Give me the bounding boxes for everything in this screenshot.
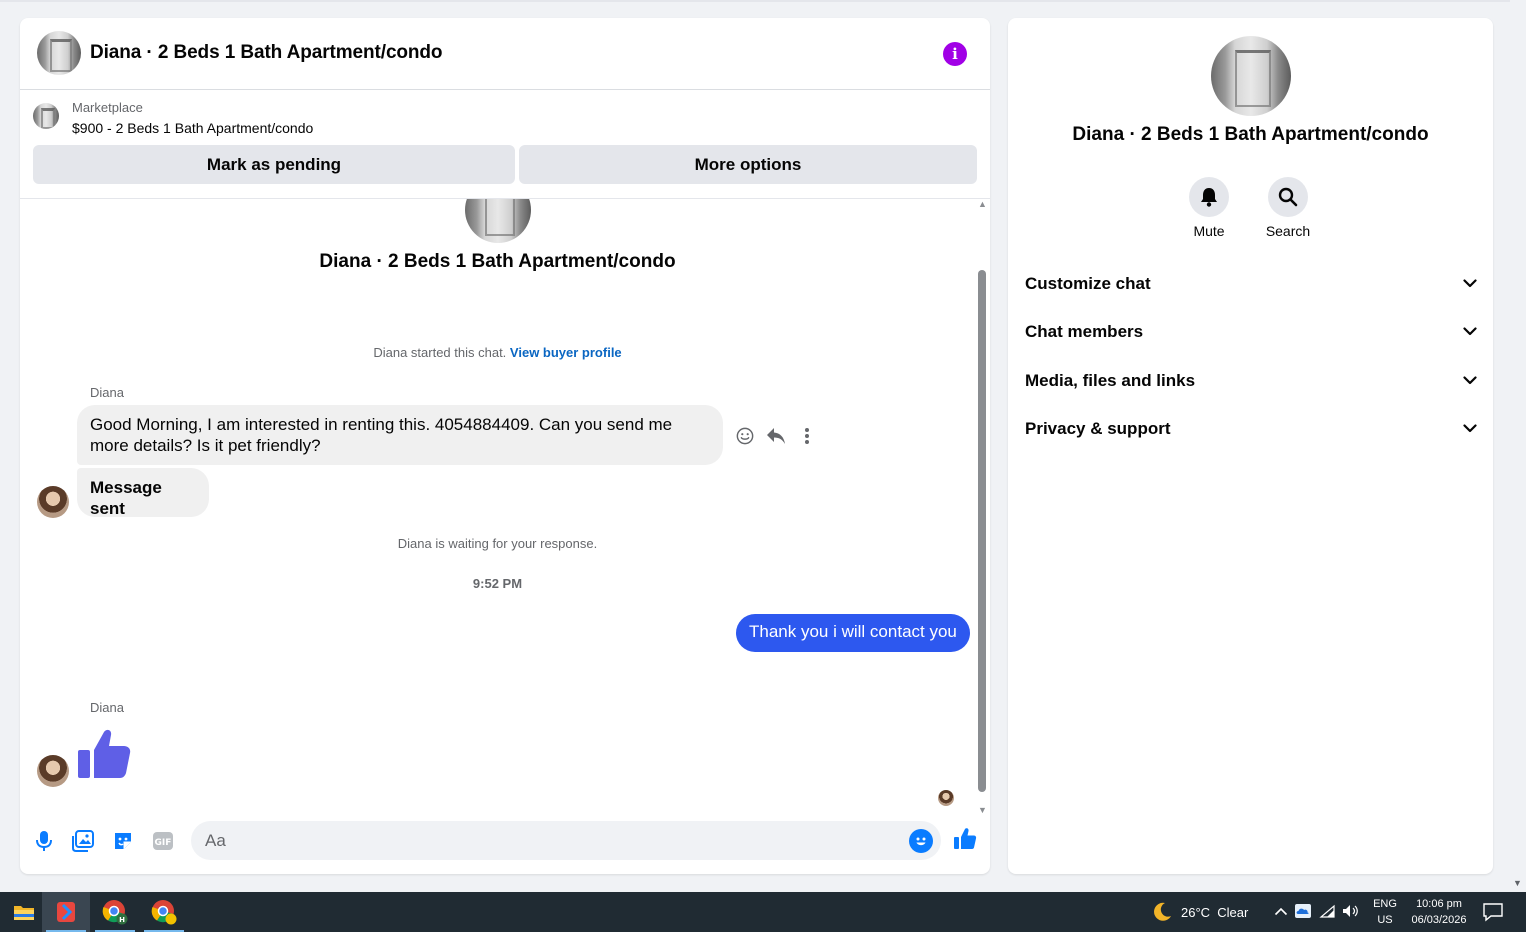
chrome-profile-icon[interactable]	[140, 892, 188, 932]
chat-header: Diana · 2 Beds 1 Bath Apartment/condo i	[20, 18, 990, 90]
page-scrollbar[interactable]: ▼	[1510, 0, 1526, 890]
section-label: Privacy & support	[1025, 419, 1171, 438]
info-avatar[interactable]	[1211, 36, 1291, 116]
section-label: Customize chat	[1025, 274, 1151, 293]
microphone-icon[interactable]	[31, 828, 57, 854]
volume-icon[interactable]	[1342, 904, 1360, 921]
info-icon[interactable]: i	[943, 42, 967, 66]
marketplace-bar: Marketplace $900 - 2 Beds 1 Bath Apartme…	[20, 91, 990, 197]
intro-avatar	[465, 199, 531, 243]
chevron-down-icon	[1463, 420, 1477, 438]
wifi-icon[interactable]	[1318, 904, 1336, 921]
marketplace-label: Marketplace	[72, 100, 143, 115]
chevron-up-icon[interactable]	[1274, 905, 1288, 919]
clock[interactable]: 10:06 pm 06/03/2026	[1404, 896, 1474, 928]
mark-as-pending-button[interactable]: Mark as pending	[33, 145, 515, 184]
language-indicator[interactable]: ENG US	[1370, 896, 1400, 928]
message-actions	[733, 424, 823, 448]
sender-name: Diana	[90, 385, 124, 400]
weather-text: 26°C Clear	[1181, 904, 1249, 920]
page-scroll-down-icon[interactable]: ▼	[1513, 878, 1522, 888]
composer: GIF Aa	[20, 816, 990, 874]
message-timestamp: 9:52 PM	[472, 576, 523, 591]
scroll-down-arrow-icon[interactable]: ▼	[975, 804, 990, 816]
chat-avatar[interactable]	[37, 31, 81, 75]
clock-date: 06/03/2026	[1411, 914, 1467, 926]
message-list[interactable]: Diana · 2 Beds 1 Bath Apartment/condo Di…	[20, 198, 990, 816]
region-code: US	[1377, 914, 1393, 926]
pinned-app-icon[interactable]	[42, 892, 90, 932]
listing-title[interactable]: $900 - 2 Beds 1 Bath Apartment/condo	[72, 120, 313, 136]
onedrive-icon[interactable]	[1294, 903, 1312, 922]
top-divider	[0, 0, 1526, 2]
outgoing-message[interactable]: Thank you i will contact you	[736, 614, 970, 652]
search-button[interactable]: Search	[1253, 177, 1323, 239]
chat-started-text: Diana started this chat.	[373, 345, 507, 360]
section-chat-members[interactable]: Chat members	[1025, 317, 1477, 347]
message-input-placeholder: Aa	[205, 831, 226, 850]
more-options-button[interactable]: More options	[519, 145, 977, 184]
mute-button[interactable]: Mute	[1174, 177, 1244, 239]
bell-icon[interactable]	[1189, 177, 1229, 217]
chevron-down-icon	[1463, 275, 1477, 293]
sticker-icon[interactable]	[110, 828, 136, 854]
react-emoji-icon[interactable]	[733, 424, 757, 448]
search-label: Search	[1265, 223, 1311, 239]
chat-info-panel: Diana · 2 Beds 1 Bath Apartment/condo Mu…	[1008, 18, 1493, 874]
notification-icon[interactable]	[1482, 902, 1504, 922]
language-code: ENG	[1373, 898, 1397, 910]
chat-panel: Diana · 2 Beds 1 Bath Apartment/condo i …	[20, 18, 990, 874]
section-privacy-support[interactable]: Privacy & support	[1025, 414, 1477, 444]
sender-avatar[interactable]	[37, 755, 69, 787]
chat-title[interactable]: Diana · 2 Beds 1 Bath Apartment/condo	[90, 42, 443, 64]
chevron-down-icon	[1463, 372, 1477, 390]
clock-time: 10:06 pm	[1416, 898, 1462, 910]
reply-icon[interactable]	[764, 424, 788, 448]
more-vertical-icon[interactable]	[795, 424, 819, 448]
photo-gallery-icon[interactable]	[70, 828, 96, 854]
svg-text:GIF: GIF	[155, 838, 172, 848]
incoming-message[interactable]: Good Morning, I am interested in renting…	[77, 405, 723, 465]
system-tray	[1274, 902, 1360, 922]
file-explorer-icon[interactable]	[0, 892, 48, 932]
message-scrollbar[interactable]: ▲ ▼	[975, 198, 990, 816]
intro-title: Diana · 2 Beds 1 Bath Apartment/condo	[319, 251, 676, 272]
moon-icon	[1154, 902, 1171, 921]
waiting-notice: Diana is waiting for your response.	[397, 536, 598, 551]
message-input[interactable]: Aa	[191, 821, 941, 860]
sender-avatar[interactable]	[37, 486, 69, 518]
chrome-profile-h-icon[interactable]: H	[91, 892, 139, 932]
emoji-icon[interactable]	[909, 829, 933, 853]
scroll-thumb[interactable]	[978, 270, 986, 792]
like-thumbs-up-icon[interactable]	[952, 826, 978, 852]
weather-widget[interactable]: 26°C Clear	[1151, 900, 1248, 924]
view-buyer-profile-link[interactable]: View buyer profile	[510, 345, 622, 360]
scroll-up-arrow-icon[interactable]: ▲	[975, 198, 990, 210]
read-receipt-avatar	[938, 790, 954, 806]
info-title: Diana · 2 Beds 1 Bath Apartment/condo	[1072, 124, 1429, 145]
windows-taskbar: H 26°C Clear ENG US 10:06 pm 06/03/2026	[0, 892, 1526, 932]
incoming-message[interactable]: Message sent	[77, 468, 209, 518]
listing-thumbnail[interactable]	[33, 103, 59, 129]
sender-name: Diana	[90, 700, 124, 715]
chat-started-notice: Diana started this chat. View buyer prof…	[20, 345, 975, 360]
section-customize-chat[interactable]: Customize chat	[1025, 269, 1477, 299]
svg-text:H: H	[119, 916, 125, 924]
chevron-down-icon	[1463, 323, 1477, 341]
search-icon[interactable]	[1268, 177, 1308, 217]
thumbs-up-sticker-icon[interactable]	[76, 726, 132, 782]
gif-icon[interactable]: GIF	[150, 828, 176, 854]
section-label: Media, files and links	[1025, 371, 1196, 390]
mute-label: Mute	[1193, 223, 1225, 239]
section-label: Chat members	[1025, 322, 1144, 341]
section-media-files-links[interactable]: Media, files and links	[1025, 366, 1477, 396]
